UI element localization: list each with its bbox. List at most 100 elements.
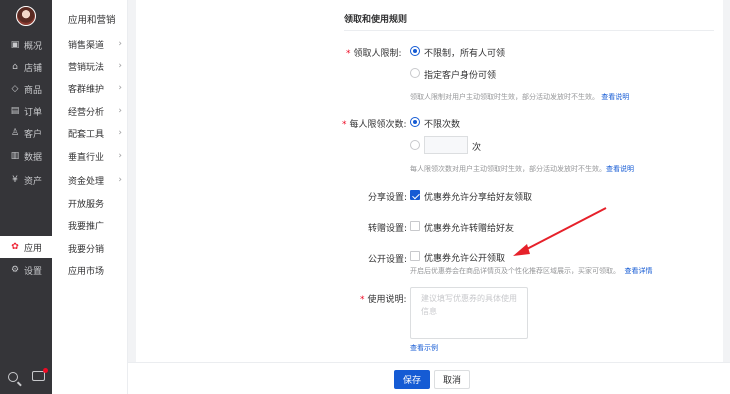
- nav-item-assets[interactable]: ¥ 资产: [0, 169, 52, 191]
- footer-bar: 保存 取消: [128, 362, 730, 394]
- section-title: 领取和使用规则: [344, 15, 408, 25]
- submenu-item-label: 垂直行业: [68, 152, 105, 163]
- save-button[interactable]: 保存: [394, 370, 430, 389]
- nav-item-label: 应用: [24, 243, 43, 254]
- cancel-button[interactable]: 取消: [434, 370, 470, 389]
- chat-icon[interactable]: [32, 368, 48, 381]
- chevron-right-icon: ›: [118, 128, 122, 138]
- data-icon: ▥: [10, 151, 20, 161]
- submenu-item[interactable]: 营销玩法 ›: [52, 56, 128, 76]
- share-label: 分享设置:: [368, 193, 408, 203]
- limit-hint-link[interactable]: 查看说明: [601, 93, 629, 101]
- transfer-option[interactable]: 优惠券允许转赠给好友: [424, 221, 514, 234]
- submenu-item-label: 配套工具: [68, 129, 105, 140]
- nav-item-data[interactable]: ▥ 数据: [0, 145, 52, 167]
- limit-label: * 领取人限制:: [346, 49, 402, 59]
- main-content: 领取和使用规则 * 领取人限制: 不限制，所有人可领 指定客户身份可领 领取人限制…: [128, 0, 730, 394]
- public-option[interactable]: 优惠券允许公开领取: [424, 251, 505, 264]
- divider: [344, 30, 714, 31]
- chevron-right-icon: ›: [118, 175, 122, 185]
- submenu-item[interactable]: 我要分销: [52, 238, 128, 258]
- nav-item-overview[interactable]: ▣ 概况: [0, 34, 52, 56]
- nav-item-label: 订单: [24, 107, 43, 118]
- submenu-item-label: 开放服务: [68, 199, 105, 210]
- chevron-right-icon: ›: [118, 61, 122, 71]
- usage-label: * 使用说明:: [360, 295, 407, 305]
- per-limit-count-input[interactable]: [424, 136, 468, 154]
- submenu-item[interactable]: 资金处理 ›: [52, 170, 128, 190]
- nav-item-apps[interactable]: ✿ 应用: [0, 236, 52, 258]
- submenu-item[interactable]: 客群维护 ›: [52, 78, 128, 98]
- submenu-item[interactable]: 应用市场: [52, 260, 128, 280]
- usage-textarea[interactable]: 建议填写优惠券的具体使用信息: [410, 287, 528, 339]
- submenu-item[interactable]: 我要推广: [52, 215, 128, 235]
- nav-item-label: 商品: [24, 85, 43, 96]
- customer-icon: ♙: [10, 128, 20, 138]
- submenu-item[interactable]: 配套工具 ›: [52, 123, 128, 143]
- nav-item-label: 客户: [24, 129, 43, 140]
- order-icon: ▤: [10, 106, 20, 116]
- limit-option-unlimited[interactable]: 不限制，所有人可领: [424, 46, 505, 59]
- submenu-item-label: 我要推广: [68, 221, 105, 232]
- limit-radio-specified[interactable]: [410, 68, 420, 78]
- submenu-title: 应用和营销: [68, 15, 116, 26]
- submenu-item-label: 销售渠道: [68, 40, 105, 51]
- per-radio-custom[interactable]: [410, 140, 420, 150]
- nav-item-label: 数据: [24, 152, 43, 163]
- settings-icon: ⚙: [10, 265, 20, 275]
- submenu: 应用和营销 销售渠道 › 营销玩法 › 客群维护 › 经营分析 › 配套工具 › 垂直行业 › 资金处理…: [52, 0, 128, 394]
- submenu-item[interactable]: 开放服务: [52, 193, 128, 213]
- limit-radio-unlimited[interactable]: [410, 46, 420, 56]
- search-icon[interactable]: [8, 372, 18, 382]
- limit-option-specified[interactable]: 指定客户身份可领: [424, 68, 496, 81]
- submenu-item-label: 应用市场: [68, 266, 105, 277]
- transfer-checkbox[interactable]: [410, 221, 420, 231]
- goods-icon: ◇: [11, 84, 19, 94]
- overview-icon: ▣: [10, 40, 20, 50]
- submenu-item-label: 经营分析: [68, 107, 105, 118]
- per-unit: 次: [472, 143, 482, 153]
- share-option[interactable]: 优惠券允许分享给好友领取: [424, 190, 532, 203]
- nav-item-settings[interactable]: ⚙ 设置: [0, 259, 52, 281]
- per-option-unlimited[interactable]: 不限次数: [424, 117, 460, 130]
- public-hint: 开启后优惠券会在商品详情页及个性化推荐区域展示，买家可领取。 查看详情: [410, 267, 653, 275]
- store-icon: ⌂: [12, 62, 18, 72]
- submenu-item-label: 资金处理: [68, 176, 105, 187]
- nav-bottom-tools: [0, 364, 52, 394]
- nav-item-label: 设置: [24, 266, 43, 277]
- submenu-item[interactable]: 销售渠道 ›: [52, 34, 128, 54]
- chevron-right-icon: ›: [118, 83, 122, 93]
- nav-item-label: 店铺: [24, 63, 43, 74]
- apps-icon: ✿: [11, 242, 19, 252]
- submenu-item-label: 营销玩法: [68, 62, 105, 73]
- limit-hint: 领取人限制对用户主动领取时生效，部分活动发放时不生效。 查看说明: [410, 93, 630, 101]
- submenu-item-label: 我要分销: [68, 244, 105, 255]
- nav-item-goods[interactable]: ◇ 商品: [0, 78, 52, 100]
- per-radio-unlimited[interactable]: [410, 117, 420, 127]
- per-hint: 每人限领次数对用户主动领取时生效，部分活动发放时不生效。查看说明: [410, 165, 634, 173]
- submenu-item[interactable]: 垂直行业 ›: [52, 146, 128, 166]
- notification-dot: [43, 368, 48, 373]
- nav-item-label: 资产: [24, 176, 43, 187]
- nav-item-store[interactable]: ⌂ 店铺: [0, 56, 52, 78]
- nav-item-label: 概况: [24, 41, 43, 52]
- nav-item-customer[interactable]: ♙ 客户: [0, 122, 52, 144]
- per-limit-label: * 每人限领次数:: [342, 120, 407, 130]
- nav-item-order[interactable]: ▤ 订单: [0, 100, 52, 122]
- submenu-item-label: 客群维护: [68, 84, 105, 95]
- chevron-right-icon: ›: [118, 151, 122, 161]
- main-nav: ▣ 概况 ⌂ 店铺 ◇ 商品 ▤ 订单 ♙ 客户 ▥ 数据 ¥ 资产 ✿ 应用 ⚙ 设置: [0, 0, 52, 394]
- public-checkbox[interactable]: [410, 251, 420, 261]
- share-checkbox[interactable]: [410, 190, 420, 200]
- form-card: 领取和使用规则 * 领取人限制: 不限制，所有人可领 指定客户身份可领 领取人限制…: [136, 0, 723, 362]
- public-hint-link[interactable]: 查看详情: [624, 267, 652, 275]
- avatar[interactable]: [16, 6, 36, 26]
- public-label: 公开设置:: [368, 255, 408, 265]
- chevron-right-icon: ›: [118, 106, 122, 116]
- transfer-label: 转赠设置:: [368, 224, 408, 234]
- submenu-item[interactable]: 经营分析 ›: [52, 101, 128, 121]
- chevron-right-icon: ›: [118, 39, 122, 49]
- per-hint-link[interactable]: 查看说明: [606, 165, 634, 173]
- usage-example-link[interactable]: 查看示例: [410, 343, 438, 353]
- assets-icon: ¥: [12, 175, 18, 185]
